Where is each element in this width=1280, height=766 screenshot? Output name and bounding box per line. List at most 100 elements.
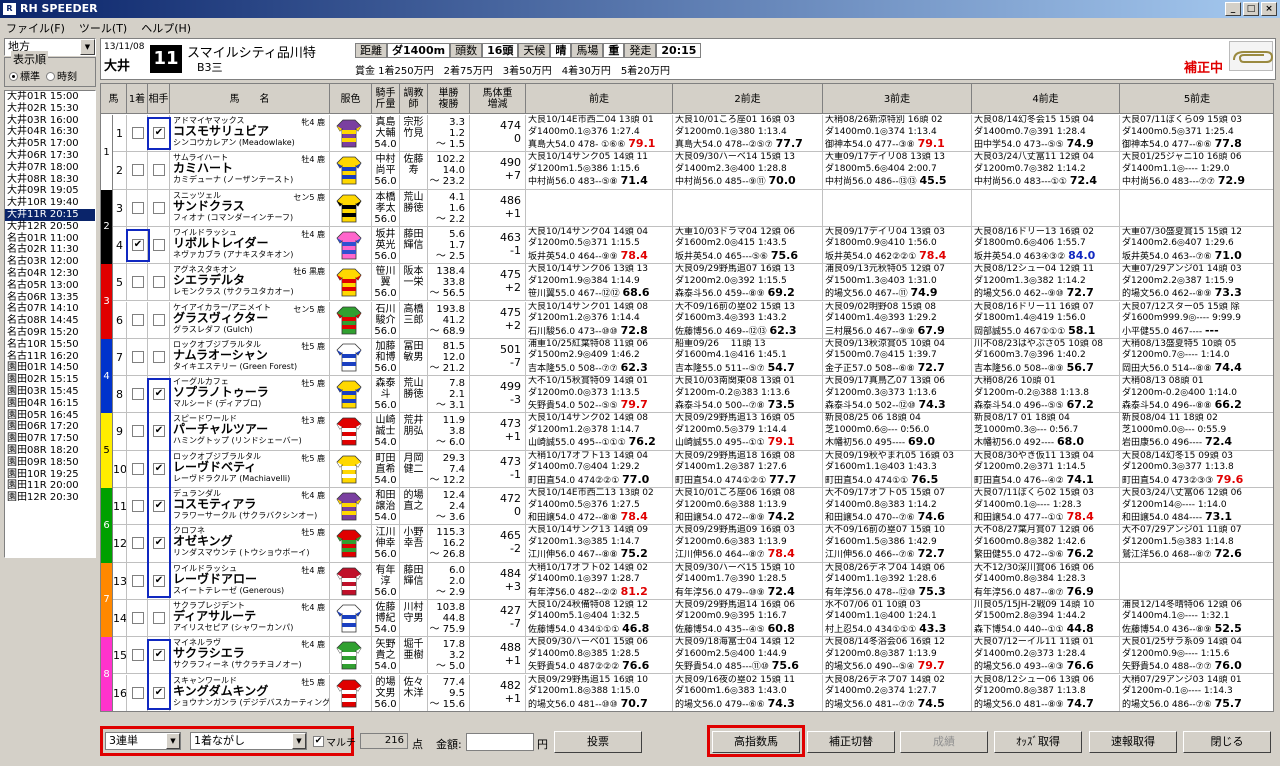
menu-tools[interactable]: ツール(T) bbox=[79, 20, 127, 36]
bet-type-select[interactable]: 3連単 ▼ bbox=[105, 732, 181, 750]
race-list-item[interactable]: 園田12R 20:30 bbox=[5, 492, 95, 504]
race-list-item[interactable]: 園田01R 14:50 bbox=[5, 362, 95, 374]
race-list-item[interactable]: 大井03R 16:00 bbox=[5, 115, 95, 127]
chevron-down-icon[interactable]: ▼ bbox=[292, 733, 306, 749]
multi-checkbox[interactable]: ✔ マルチ bbox=[313, 734, 356, 749]
odds-fetch-button[interactable]: ｵｯｽﾞ取得 bbox=[994, 731, 1082, 753]
race-list-item[interactable]: 大井07R 18:00 bbox=[5, 162, 95, 174]
chevron-down-icon[interactable]: ▼ bbox=[80, 39, 95, 55]
first-place-checkbox[interactable] bbox=[132, 201, 144, 214]
speed-index: 78.4 bbox=[919, 248, 947, 262]
paperclip-icon bbox=[1229, 41, 1274, 71]
past-race-3: 大重09/17デイリ08 13頭 13 ダ1800m5.6◎404 2:00.7 中… bbox=[823, 152, 972, 189]
race-list-item[interactable]: 大井01R 15:00 bbox=[5, 91, 95, 103]
first-place-checkbox[interactable] bbox=[132, 611, 144, 624]
first-place-checkbox[interactable] bbox=[132, 537, 144, 550]
past-race-text: 大良09/13秋涼賞05 10頭 04 bbox=[825, 338, 946, 349]
first-place-checkbox[interactable] bbox=[132, 649, 144, 662]
race-list-item[interactable]: 名古09R 15:20 bbox=[5, 327, 95, 339]
past-race-text: 大良08/14幻冬会15 15頭 04 bbox=[974, 115, 1095, 125]
close-button[interactable]: 閉じる bbox=[1183, 731, 1271, 753]
race-list-item[interactable]: 名古11R 16:20 bbox=[5, 351, 95, 363]
partner-checkbox[interactable] bbox=[153, 276, 165, 289]
minimize-button[interactable]: _ bbox=[1225, 2, 1241, 16]
race-list-item[interactable]: 園田11R 20:00 bbox=[5, 480, 95, 492]
first-place-checkbox[interactable] bbox=[132, 164, 144, 177]
race-list-item[interactable]: 大井11R 20:15 bbox=[5, 208, 95, 221]
body-weight: 473 +1 bbox=[470, 413, 526, 450]
race-list-item[interactable]: 園田02R 15:15 bbox=[5, 374, 95, 386]
race-list-item[interactable]: 名古02R 11:30 bbox=[5, 244, 95, 256]
race-list-item[interactable]: 名古04R 12:30 bbox=[5, 268, 95, 280]
sort-time-radio[interactable]: 時刻 bbox=[46, 68, 77, 83]
race-list-item[interactable]: 大井05R 17:00 bbox=[5, 138, 95, 150]
race-list-item[interactable]: 園田07R 17:50 bbox=[5, 433, 95, 445]
maximize-button[interactable]: □ bbox=[1243, 2, 1259, 16]
chevron-down-icon[interactable]: ▼ bbox=[166, 733, 180, 749]
race-list-item[interactable]: 園田06R 17:20 bbox=[5, 421, 95, 433]
first-place-checkbox[interactable] bbox=[132, 425, 144, 438]
table-row: 11 ✔ デュランダル 牝4 鹿コスモティアラ フラワーサークル (サクラバクシンオー)… bbox=[101, 488, 1273, 526]
race-list-item[interactable]: 名古03R 12:00 bbox=[5, 256, 95, 268]
vote-button[interactable]: 投票 bbox=[554, 731, 642, 753]
race-list-item[interactable]: 園田10R 19:25 bbox=[5, 469, 95, 481]
close-window-button[interactable]: × bbox=[1261, 2, 1277, 16]
race-list-item[interactable]: 園田04R 16:15 bbox=[5, 398, 95, 410]
jockey-info: 和田 譲治 54.0 bbox=[372, 488, 400, 525]
results-button[interactable]: 成績 bbox=[900, 731, 988, 753]
race-list-item[interactable]: 大井06R 17:30 bbox=[5, 150, 95, 162]
race-list-item[interactable]: 大井02R 15:30 bbox=[5, 103, 95, 115]
sort-standard-radio[interactable]: 標準 bbox=[9, 68, 40, 83]
high-index-button[interactable]: 高指数馬 bbox=[712, 731, 800, 753]
silk-cell bbox=[330, 599, 372, 637]
partner-checkbox[interactable] bbox=[153, 201, 165, 214]
race-list[interactable]: 大井01R 15:00 大井02R 15:30 大井03R 16:00 大井04R 1… bbox=[4, 90, 96, 558]
correction-toggle-button[interactable]: 補正切替 bbox=[807, 731, 895, 753]
first-place-checkbox[interactable] bbox=[132, 350, 144, 363]
partner-checkbox[interactable] bbox=[153, 350, 165, 363]
race-list-item[interactable]: 名古01R 11:00 bbox=[5, 233, 95, 245]
first-place-checkbox[interactable] bbox=[132, 388, 144, 401]
column-header: 3前走 bbox=[823, 84, 972, 114]
past-race-line: 大不08/27葉月賞07 12頭 06 bbox=[974, 525, 1119, 537]
first-place-checkbox[interactable] bbox=[132, 500, 144, 512]
past-race-text: 大良10/14サンク05 14頭 11 bbox=[528, 152, 649, 163]
left-pane: 地方 ▼ 表示順 標準 時刻 大井01R 15:00 大井02R 15:30 大井0… bbox=[4, 38, 96, 760]
menu-file[interactable]: ファイル(F) bbox=[6, 20, 65, 36]
race-list-item[interactable]: 大井09R 19:05 bbox=[5, 185, 95, 197]
partner-checkbox[interactable] bbox=[153, 313, 165, 326]
race-list-item[interactable]: 大井08R 18:30 bbox=[5, 174, 95, 186]
partner-checkbox[interactable] bbox=[153, 164, 165, 177]
race-list-item[interactable]: 園田09R 18:50 bbox=[5, 457, 95, 469]
past-race-line: ダ1400m0.8◎383 1:14.2 bbox=[825, 500, 971, 512]
sort-legend: 表示順 bbox=[11, 51, 48, 67]
race-list-item[interactable]: 名古05R 13:00 bbox=[5, 280, 95, 292]
first-place-checkbox[interactable] bbox=[132, 127, 144, 139]
race-list-item[interactable]: 名古07R 14:10 bbox=[5, 303, 95, 315]
race-list-item[interactable]: 園田08R 18:20 bbox=[5, 445, 95, 457]
amount-input[interactable] bbox=[466, 733, 534, 751]
first-place-checkbox[interactable] bbox=[132, 462, 144, 475]
dam-name: ネヴァカブラ (アナキスタキオン) bbox=[173, 249, 294, 259]
race-list-item[interactable]: 名古08R 14:45 bbox=[5, 315, 95, 327]
partner-checkbox[interactable] bbox=[153, 238, 165, 251]
past-race-line: 大良10/03南関東08 13頭 01 bbox=[675, 376, 822, 388]
race-list-item[interactable]: 園田05R 16:45 bbox=[5, 410, 95, 422]
race-list-item[interactable]: 大井04R 16:30 bbox=[5, 126, 95, 138]
flash-fetch-button[interactable]: 速報取得 bbox=[1089, 731, 1177, 753]
past-race-1: 大稍10/17オフト13 14頭 04 ダ1400m0.7◎404 1:29.2 町… bbox=[526, 450, 673, 487]
first-place-checkbox[interactable] bbox=[132, 686, 144, 699]
race-list-item[interactable]: 名古06R 13:35 bbox=[5, 292, 95, 304]
race-list-item[interactable]: 園田03R 15:45 bbox=[5, 386, 95, 398]
past-race-line: 大良09/30ハーベ15 15頭 10 bbox=[675, 563, 822, 575]
race-list-item[interactable]: 名古10R 15:50 bbox=[5, 339, 95, 351]
first-place-checkbox[interactable] bbox=[132, 313, 144, 326]
odds-info: 115.3 16.2 ～ 26.8 bbox=[428, 525, 470, 562]
menu-help[interactable]: ヘルプ(H) bbox=[141, 20, 191, 36]
bet-method-select[interactable]: 1着ながし ▼ bbox=[190, 732, 307, 750]
race-list-item[interactable]: 大井12R 20:50 bbox=[5, 221, 95, 233]
first-place-checkbox[interactable] bbox=[132, 574, 144, 587]
race-list-item[interactable]: 大井10R 19:40 bbox=[5, 197, 95, 209]
first-place-checkbox[interactable] bbox=[132, 276, 144, 289]
partner-checkbox[interactable] bbox=[153, 611, 165, 624]
